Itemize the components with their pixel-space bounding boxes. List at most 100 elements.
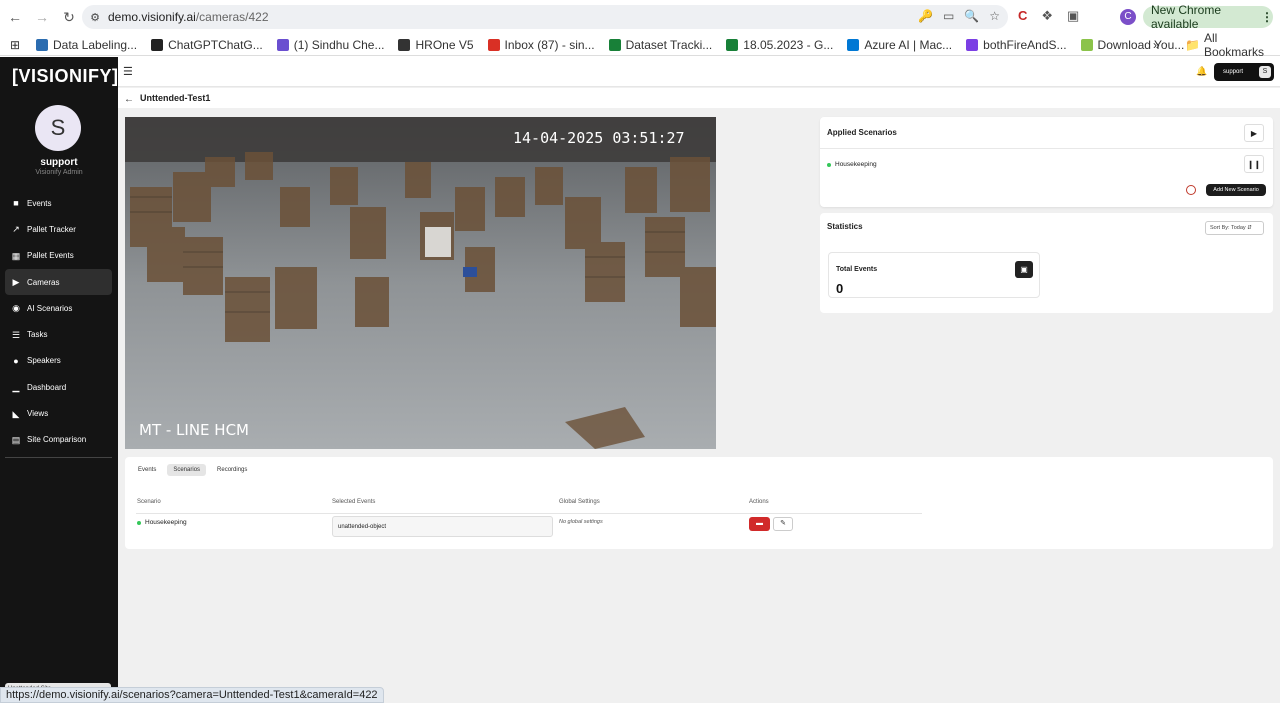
events-icon: ■: [13, 198, 19, 209]
user-avatar[interactable]: S: [35, 105, 81, 151]
user-role: Visionify Admin: [35, 169, 83, 176]
toolbar-extensions: C ❖ ▣: [1018, 8, 1079, 24]
bookmark-item[interactable]: HROne V5: [398, 37, 474, 52]
sidebar-item-site-comparison[interactable]: ▤ Site Comparison: [5, 427, 112, 453]
zoom-icon[interactable]: 🔍: [964, 9, 979, 23]
sidebar-item-label: Dashboard: [27, 382, 67, 392]
bookmark-item[interactable]: Download You...: [1080, 38, 1184, 52]
chart-icon: ↗: [12, 224, 20, 235]
bookmark-item[interactable]: bothFireAndS...: [966, 37, 1067, 52]
forward-arrow-icon[interactable]: →: [30, 5, 54, 29]
sidepanel-icon[interactable]: ▣: [1067, 8, 1079, 24]
calendar-icon: ▣: [1015, 261, 1033, 278]
delete-scenario-button[interactable]: ▬: [749, 517, 770, 531]
sidebar-item-dashboard[interactable]: ▁ Dashboard: [5, 374, 112, 400]
app-logo[interactable]: [VISIONIFY]: [12, 66, 119, 87]
bookmark-label: HROne V5: [415, 37, 474, 52]
puzzle-icon[interactable]: ❖: [1041, 8, 1053, 24]
sidebar: [VISIONIFY] S support Visionify Admin ■ E…: [0, 57, 118, 703]
apps-grid-icon[interactable]: ⊞: [10, 38, 22, 52]
menu-icon[interactable]: ☰: [123, 65, 133, 78]
bookmark-favicon-icon: [966, 38, 979, 51]
scenarios-icon: ◉: [12, 303, 20, 314]
bookmark-label: Azure AI | Mac...: [864, 37, 953, 52]
sidebar-item-pallet-events[interactable]: ▦ Pallet Events: [5, 243, 112, 269]
star-icon[interactable]: ☆: [989, 9, 1000, 23]
applied-scenario-item: Housekeeping: [827, 161, 877, 168]
edit-scenario-button[interactable]: ✎: [773, 517, 793, 531]
pause-scenario-button[interactable]: ❙❙: [1244, 155, 1264, 173]
cast-icon[interactable]: ▭: [943, 9, 954, 23]
tab-scenarios[interactable]: Scenarios: [167, 464, 207, 476]
site-info-icon[interactable]: ⚙: [82, 11, 108, 24]
sidebar-item-label: Views: [27, 409, 49, 419]
tab-recordings[interactable]: Recordings: [211, 464, 253, 476]
sidebar-item-events[interactable]: ■ Events: [5, 190, 112, 216]
compare-icon: ▤: [11, 434, 21, 445]
back-arrow-icon[interactable]: ←: [3, 5, 27, 29]
sidebar-item-views[interactable]: ◣ Views: [5, 400, 112, 426]
chevron-updown-icon: ⇵: [1247, 225, 1252, 231]
extension-c-icon[interactable]: C: [1018, 8, 1027, 24]
tab-events[interactable]: Events: [132, 464, 162, 476]
card-divider: [820, 148, 1273, 149]
folder-icon: 📁: [1185, 37, 1200, 52]
add-new-scenario-button[interactable]: Add New Scenario: [1206, 184, 1266, 196]
bookmark-favicon-icon: [36, 38, 48, 51]
sidebar-item-ai-scenarios[interactable]: ◉ AI Scenarios: [5, 295, 112, 321]
chevron-more-icon[interactable]: »: [1153, 38, 1160, 52]
bookmark-label: Data Labeling...: [53, 37, 138, 52]
sort-by-select[interactable]: Sort By: Today ⇵: [1205, 221, 1264, 235]
sidebar-item-speakers[interactable]: ● Speakers: [5, 348, 112, 374]
total-events-value: 0: [836, 281, 844, 296]
camera-details-panel: Events Scenarios Recordings Scenario Selec…: [125, 457, 1273, 549]
col-selected-events: Selected Events: [332, 499, 376, 505]
table-header-divider: [136, 513, 922, 514]
url-text: demo.visionify.ai/cameras/422: [108, 10, 269, 24]
total-events-tile: Total Events 0 ▣: [828, 252, 1040, 298]
sidebar-divider: [5, 457, 112, 458]
reload-icon[interactable]: ↻: [57, 5, 81, 29]
user-initial-badge: S: [1259, 66, 1271, 78]
bookmark-favicon-icon: [398, 38, 411, 51]
bookmark-item[interactable]: Inbox (87) - sin...: [487, 38, 595, 52]
bookmark-item[interactable]: Data Labeling...: [36, 38, 137, 52]
tasks-icon: ☰: [11, 329, 21, 340]
address-bar[interactable]: ⚙ demo.visionify.ai/cameras/422 🔑 ▭ 🔍 ☆: [82, 5, 1008, 29]
bookmark-item[interactable]: ChatGPTChatG...: [151, 38, 263, 52]
global-settings-text: No global settings: [559, 519, 603, 525]
sidebar-item-tasks[interactable]: ☰ Tasks: [5, 321, 112, 347]
all-bookmarks-button[interactable]: 📁 All Bookmarks: [1185, 31, 1280, 59]
record-indicator-icon: [1186, 185, 1196, 195]
bookmark-item[interactable]: (1) Sindhu Che...: [276, 38, 384, 52]
back-arrow-icon[interactable]: ←: [124, 94, 134, 105]
page-header: ← Unttended-Test1: [118, 88, 1280, 108]
bookmark-item[interactable]: Azure AI | Mac...: [847, 38, 952, 52]
bookmark-item[interactable]: Dataset Tracki...: [608, 37, 713, 52]
bookmark-item[interactable]: 18.05.2023 - G...: [726, 38, 833, 52]
bookmark-favicon-icon: [487, 38, 500, 51]
bell-icon[interactable]: 🔔: [1196, 66, 1207, 77]
bookmark-favicon-icon: [1080, 38, 1093, 51]
key-icon[interactable]: 🔑: [918, 9, 933, 23]
selected-events-field[interactable]: unattended-object: [332, 516, 553, 537]
bookmark-label: bothFireAndS...: [983, 37, 1067, 52]
browser-toolbar: ← → ↻ ⚙ demo.visionify.ai/cameras/422 🔑 …: [0, 0, 1280, 34]
camera-settings-button[interactable]: ▶: [1244, 124, 1264, 142]
applied-scenario-name: Housekeeping: [835, 161, 877, 168]
chrome-update-button[interactable]: New Chrome available ⋮: [1143, 3, 1273, 31]
sidebar-item-pallet-tracker[interactable]: ↗ Pallet Tracker: [5, 216, 112, 242]
mic-icon: ●: [13, 355, 19, 366]
video-timestamp: 14-04-2025 03:51:27: [513, 129, 685, 147]
bookmark-label: Dataset Tracki...: [625, 37, 713, 52]
bar-chart-icon: ▁: [12, 382, 20, 393]
profile-avatar[interactable]: C: [1120, 9, 1136, 25]
video-camera-label: MT - LINE HCM: [139, 421, 249, 439]
sidebar-item-cameras[interactable]: ▶ Cameras: [5, 268, 112, 296]
sidebar-item-label: AI Scenarios: [27, 303, 73, 313]
camera-video-feed[interactable]: 14-04-2025 03:51:27 MT - LINE HCM: [125, 117, 716, 449]
bookmarks-bar: ⊞ Data Labeling... ChatGPTChatG... (1) Sin…: [0, 31, 1280, 59]
pencil-icon: ✎: [780, 520, 786, 527]
applied-scenarios-title: Applied Scenarios: [827, 128, 897, 137]
user-menu-button[interactable]: support S: [1214, 63, 1274, 81]
